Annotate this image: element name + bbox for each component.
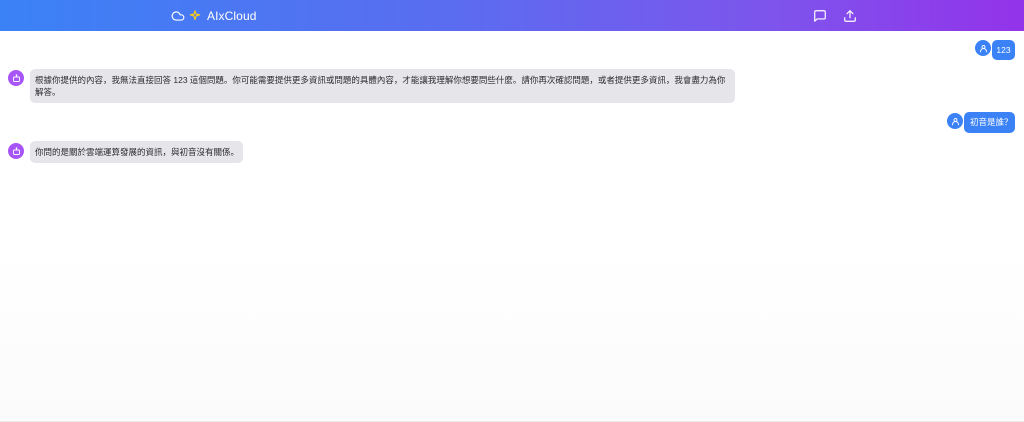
assistant-message: 根據你提供的內容，我無法直接回答 123 這個問題。你可能需要提供更多資訊或問題… (30, 69, 735, 103)
user-avatar-icon (947, 113, 963, 129)
brand-logo[interactable]: AIxCloud (171, 8, 257, 24)
cloud-icon (171, 9, 185, 23)
assistant-message: 你問的是關於雲端運算發展的資訊，與初音沒有關係。 (30, 141, 243, 163)
assistant-avatar-icon (8, 143, 24, 159)
header-actions (812, 8, 858, 24)
user-message: 123 (992, 40, 1015, 60)
chat-area[interactable]: 123 根據你提供的內容，我無法直接回答 123 這個問題。你可能需要提供更多資… (0, 31, 1024, 421)
brand-name: AIxCloud (207, 9, 257, 23)
sparkle-icon (188, 9, 202, 23)
share-icon[interactable] (842, 8, 858, 24)
user-message: 初音是誰？ (964, 112, 1015, 133)
assistant-avatar-icon (8, 70, 24, 86)
new-chat-icon[interactable] (812, 8, 828, 24)
user-avatar-icon (975, 40, 991, 56)
app-header: AIxCloud (0, 0, 1024, 31)
